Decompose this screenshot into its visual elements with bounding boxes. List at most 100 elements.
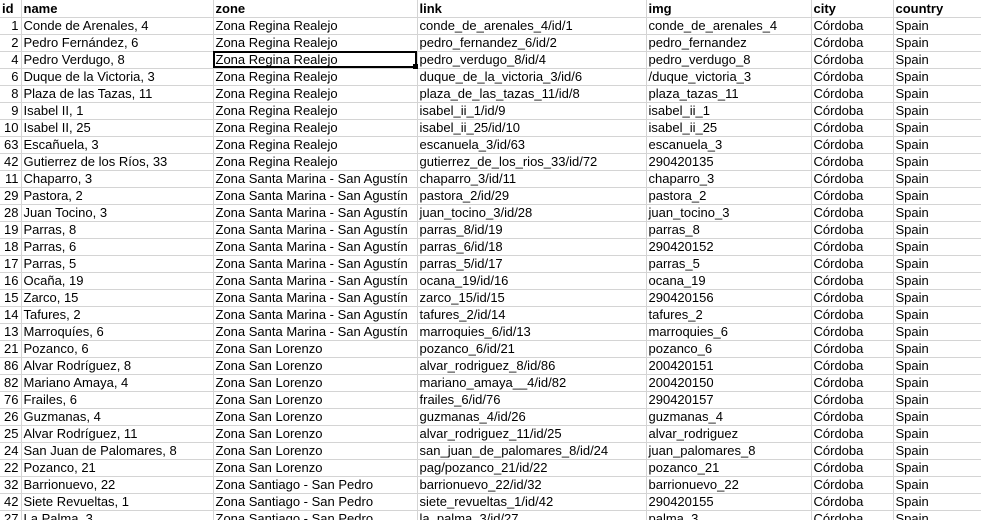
cell-name[interactable]: Chaparro, 3 (21, 170, 214, 188)
cell-country[interactable]: Spain (893, 425, 981, 443)
header-img[interactable]: img (646, 0, 812, 18)
cell-country[interactable]: Spain (893, 459, 981, 477)
cell-country[interactable]: Spain (893, 476, 981, 494)
cell-city[interactable]: Córdoba (811, 357, 894, 375)
cell-link[interactable]: pozanco_6/id/21 (417, 340, 647, 358)
cell-img[interactable]: guzmanas_4 (646, 408, 812, 426)
cell-zone[interactable]: Zona Santa Marina - San Agustín (213, 170, 418, 188)
header-city[interactable]: city (811, 0, 894, 18)
cell-id[interactable]: 29 (0, 187, 22, 205)
cell-country[interactable]: Spain (893, 272, 981, 290)
cell-id[interactable]: 10 (0, 119, 22, 137)
header-id[interactable]: id (0, 0, 22, 18)
cell-country[interactable]: Spain (893, 136, 981, 154)
cell-city[interactable]: Córdoba (811, 204, 894, 222)
cell-img[interactable]: barrionuevo_22 (646, 476, 812, 494)
cell-link[interactable]: parras_8/id/19 (417, 221, 647, 239)
cell-zone[interactable]: Zona San Lorenzo (213, 425, 418, 443)
cell-country[interactable]: Spain (893, 153, 981, 171)
cell-city[interactable]: Córdoba (811, 187, 894, 205)
cell-zone[interactable]: Zona Santa Marina - San Agustín (213, 306, 418, 324)
header-link[interactable]: link (417, 0, 647, 18)
cell-id[interactable]: 28 (0, 204, 22, 222)
cell-img[interactable]: 290420135 (646, 153, 812, 171)
cell-link[interactable]: escanuela_3/id/63 (417, 136, 647, 154)
cell-img[interactable]: /duque_victoria_3 (646, 68, 812, 86)
cell-id[interactable]: 16 (0, 272, 22, 290)
cell-link[interactable]: plaza_de_las_tazas_11/id/8 (417, 85, 647, 103)
cell-id[interactable]: 21 (0, 340, 22, 358)
cell-name[interactable]: Alvar Rodríguez, 8 (21, 357, 214, 375)
cell-city[interactable]: Córdoba (811, 102, 894, 120)
cell-name[interactable]: Juan Tocino, 3 (21, 204, 214, 222)
cell-name[interactable]: Mariano Amaya, 4 (21, 374, 214, 392)
cell-link[interactable]: pag/pozanco_21/id/22 (417, 459, 647, 477)
cell-img[interactable]: pedro_fernandez (646, 34, 812, 52)
cell-id[interactable]: 4 (0, 51, 22, 69)
spreadsheet-grid[interactable]: id name zone link img city country 1 Conde de Ar… (0, 0, 981, 520)
cell-name[interactable]: La Palma, 3 (21, 510, 214, 520)
cell-link[interactable]: pedro_fernandez_6/id/2 (417, 34, 647, 52)
cell-id[interactable]: 8 (0, 85, 22, 103)
cell-img[interactable]: pozanco_6 (646, 340, 812, 358)
cell-id[interactable]: 63 (0, 136, 22, 154)
cell-link[interactable]: pedro_verdugo_8/id/4 (417, 51, 647, 69)
cell-img[interactable]: alvar_rodriguez (646, 425, 812, 443)
cell-img[interactable]: 290420152 (646, 238, 812, 256)
cell-country[interactable]: Spain (893, 17, 981, 35)
cell-id[interactable]: 76 (0, 391, 22, 409)
cell-zone[interactable]: Zona Santiago - San Pedro (213, 476, 418, 494)
cell-name[interactable]: Pedro Fernández, 6 (21, 34, 214, 52)
cell-id[interactable]: 27 (0, 510, 22, 520)
cell-link[interactable]: barrionuevo_22/id/32 (417, 476, 647, 494)
cell-city[interactable]: Córdoba (811, 459, 894, 477)
cell-country[interactable]: Spain (893, 306, 981, 324)
cell-link[interactable]: duque_de_la_victoria_3/id/6 (417, 68, 647, 86)
cell-zone[interactable]: Zona Santa Marina - San Agustín (213, 221, 418, 239)
cell-link[interactable]: parras_5/id/17 (417, 255, 647, 273)
cell-city[interactable]: Córdoba (811, 408, 894, 426)
cell-zone[interactable]: Zona Santa Marina - San Agustín (213, 289, 418, 307)
cell-name[interactable]: Siete Revueltas, 1 (21, 493, 214, 511)
cell-link[interactable]: marroquies_6/id/13 (417, 323, 647, 341)
cell-img[interactable]: juan_tocino_3 (646, 204, 812, 222)
cell-name[interactable]: San Juan de Palomares, 8 (21, 442, 214, 460)
cell-id[interactable]: 24 (0, 442, 22, 460)
cell-name[interactable]: Plaza de las Tazas, 11 (21, 85, 214, 103)
cell-country[interactable]: Spain (893, 408, 981, 426)
cell-link[interactable]: alvar_rodriguez_11/id/25 (417, 425, 647, 443)
cell-country[interactable]: Spain (893, 255, 981, 273)
cell-id[interactable]: 82 (0, 374, 22, 392)
cell-city[interactable]: Córdoba (811, 374, 894, 392)
cell-id[interactable]: 42 (0, 153, 22, 171)
cell-zone[interactable]: Zona San Lorenzo (213, 391, 418, 409)
cell-country[interactable]: Spain (893, 187, 981, 205)
cell-id[interactable]: 32 (0, 476, 22, 494)
cell-city[interactable]: Córdoba (811, 425, 894, 443)
cell-country[interactable]: Spain (893, 493, 981, 511)
cell-link[interactable]: gutierrez_de_los_rios_33/id/72 (417, 153, 647, 171)
cell-country[interactable]: Spain (893, 357, 981, 375)
cell-city[interactable]: Córdoba (811, 306, 894, 324)
cell-zone[interactable]: Zona Santiago - San Pedro (213, 493, 418, 511)
cell-link[interactable]: alvar_rodriguez_8/id/86 (417, 357, 647, 375)
cell-img[interactable]: 200420150 (646, 374, 812, 392)
cell-img[interactable]: ocana_19 (646, 272, 812, 290)
cell-country[interactable]: Spain (893, 510, 981, 520)
cell-country[interactable]: Spain (893, 51, 981, 69)
cell-img[interactable]: parras_5 (646, 255, 812, 273)
cell-city[interactable]: Córdoba (811, 51, 894, 69)
cell-link[interactable]: siete_revueltas_1/id/42 (417, 493, 647, 511)
cell-name[interactable]: Frailes, 6 (21, 391, 214, 409)
cell-link[interactable]: guzmanas_4/id/26 (417, 408, 647, 426)
cell-link[interactable]: ocana_19/id/16 (417, 272, 647, 290)
cell-id[interactable]: 18 (0, 238, 22, 256)
cell-img[interactable]: isabel_ii_1 (646, 102, 812, 120)
cell-link[interactable]: juan_tocino_3/id/28 (417, 204, 647, 222)
cell-img[interactable]: parras_8 (646, 221, 812, 239)
cell-name[interactable]: Tafures, 2 (21, 306, 214, 324)
cell-city[interactable]: Córdoba (811, 34, 894, 52)
cell-city[interactable]: Córdoba (811, 255, 894, 273)
cell-link[interactable]: chaparro_3/id/11 (417, 170, 647, 188)
cell-id[interactable]: 26 (0, 408, 22, 426)
